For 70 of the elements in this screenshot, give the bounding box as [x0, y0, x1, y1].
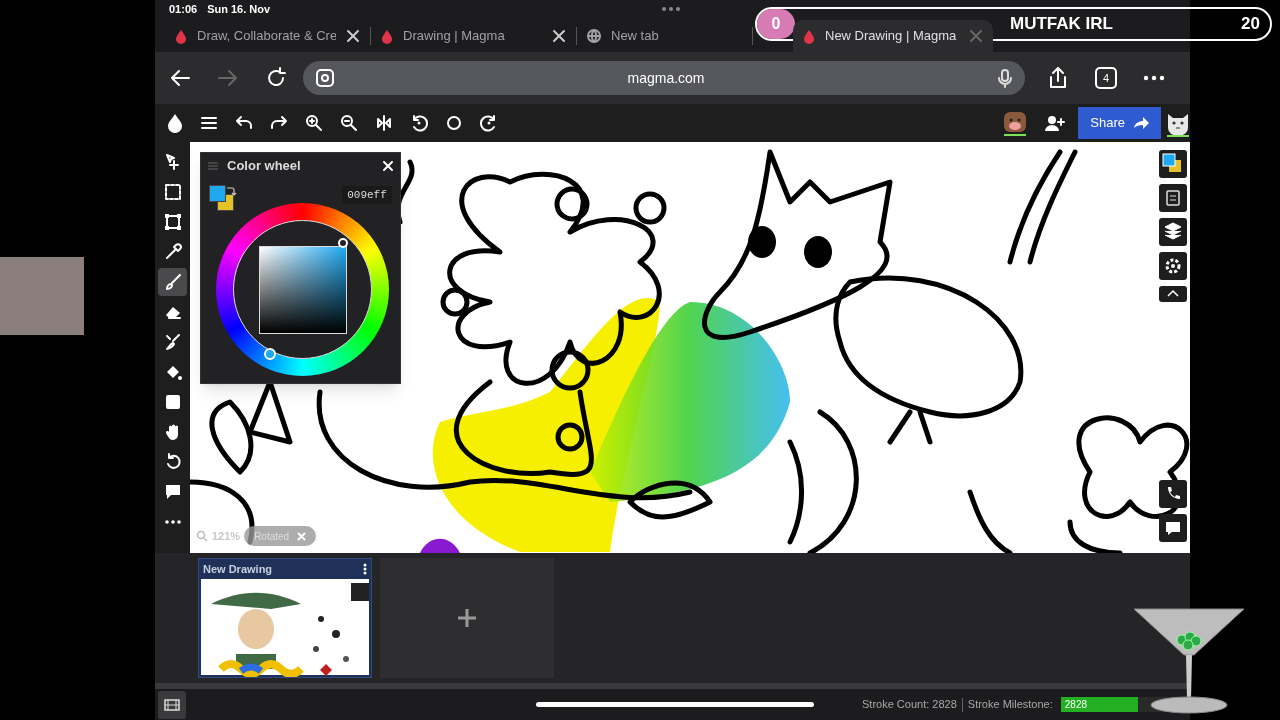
more-dots-icon[interactable] [1143, 75, 1165, 81]
boar-avatar-icon[interactable] [1003, 110, 1028, 136]
clock-time: 01:06 [169, 1, 198, 17]
chat-icon[interactable] [1159, 514, 1187, 542]
date-label: Sun 16. Nov [207, 1, 271, 17]
address-bar[interactable]: magma.com [303, 61, 1025, 95]
drag-handle-icon[interactable] [207, 161, 219, 171]
drawing-card[interactable]: New Drawing [198, 558, 372, 678]
chevron-up-icon[interactable] [1159, 286, 1187, 302]
smudge-tool-icon [163, 333, 182, 351]
share-button[interactable]: Share [1078, 107, 1161, 139]
eyedropper-tool-icon [163, 243, 182, 261]
stream-title: MUTFAK IRL [1010, 13, 1113, 36]
undo-icon[interactable] [235, 114, 253, 132]
more-dots-icon [163, 520, 182, 524]
hex-value-field[interactable]: 009eff [342, 186, 392, 204]
drop-icon [381, 28, 393, 44]
drawing-title: New Drawing [203, 561, 274, 577]
brush-tool-icon [163, 273, 182, 291]
primary-color-swatch[interactable] [209, 185, 226, 202]
saturation-square[interactable] [258, 245, 347, 334]
progress-fill: 2828 [1060, 697, 1139, 712]
stroke-milestone-label: Stroke Milestone: [967, 697, 1053, 713]
goal-count: 20 [1241, 13, 1260, 36]
stroke-count-label: Stroke Count: 2828 [862, 697, 957, 713]
color-handle[interactable] [338, 238, 348, 248]
more-vertical-icon[interactable] [363, 563, 367, 575]
layers-icon[interactable] [1159, 218, 1187, 246]
circle-icon[interactable] [445, 114, 463, 132]
marquee-tool-icon [163, 183, 182, 201]
add-user-icon[interactable] [1044, 114, 1066, 132]
share-icon[interactable] [1047, 67, 1069, 89]
more-dots-icon [661, 6, 681, 12]
menu-icon[interactable] [200, 114, 218, 132]
globe-icon [587, 29, 601, 43]
reload-icon[interactable] [265, 67, 287, 89]
browser-tab[interactable]: Draw, Collaborate & Cre [165, 20, 370, 52]
drop-icon [175, 28, 187, 44]
drop-logo-icon[interactable] [167, 112, 183, 134]
color-swatch-icon[interactable] [1159, 150, 1187, 178]
forward-arrow-icon [1133, 116, 1149, 130]
panel-title: Color wheel [227, 157, 302, 176]
count-badge: 0 [757, 9, 795, 39]
browser-tab[interactable]: Drawing | Magma [371, 20, 576, 52]
panel-icon[interactable] [1159, 184, 1187, 212]
microphone-icon [997, 68, 1013, 88]
transform-tool-icon [163, 213, 182, 231]
rotate-right-icon[interactable] [480, 114, 498, 132]
rotate-left-icon[interactable] [410, 114, 428, 132]
flip-icon[interactable] [375, 114, 393, 132]
phone-icon[interactable] [1159, 480, 1187, 508]
move-tool-icon [163, 153, 182, 171]
tab-count-button[interactable]: 4 [1095, 67, 1117, 89]
drop-icon [803, 28, 815, 44]
browser-tab[interactable]: New tab [577, 20, 752, 52]
search-icon [196, 530, 208, 542]
zoom-out-icon[interactable] [340, 114, 358, 132]
plus-icon [457, 608, 477, 628]
square-tool-icon [163, 393, 182, 411]
swap-arrows-icon[interactable] [225, 186, 237, 198]
back-arrow-icon[interactable] [169, 67, 191, 89]
hue-handle[interactable] [264, 348, 276, 360]
zoom-in-icon[interactable] [305, 114, 323, 132]
tool-button[interactable] [158, 268, 187, 296]
film-strip-icon[interactable] [158, 690, 186, 719]
browser-tab[interactable]: New Drawing | Magma [793, 20, 993, 52]
settings-icon[interactable] [1159, 252, 1187, 280]
camera-lens-icon [315, 68, 335, 88]
redo-icon[interactable] [270, 114, 288, 132]
comment-tool-icon [163, 483, 182, 501]
